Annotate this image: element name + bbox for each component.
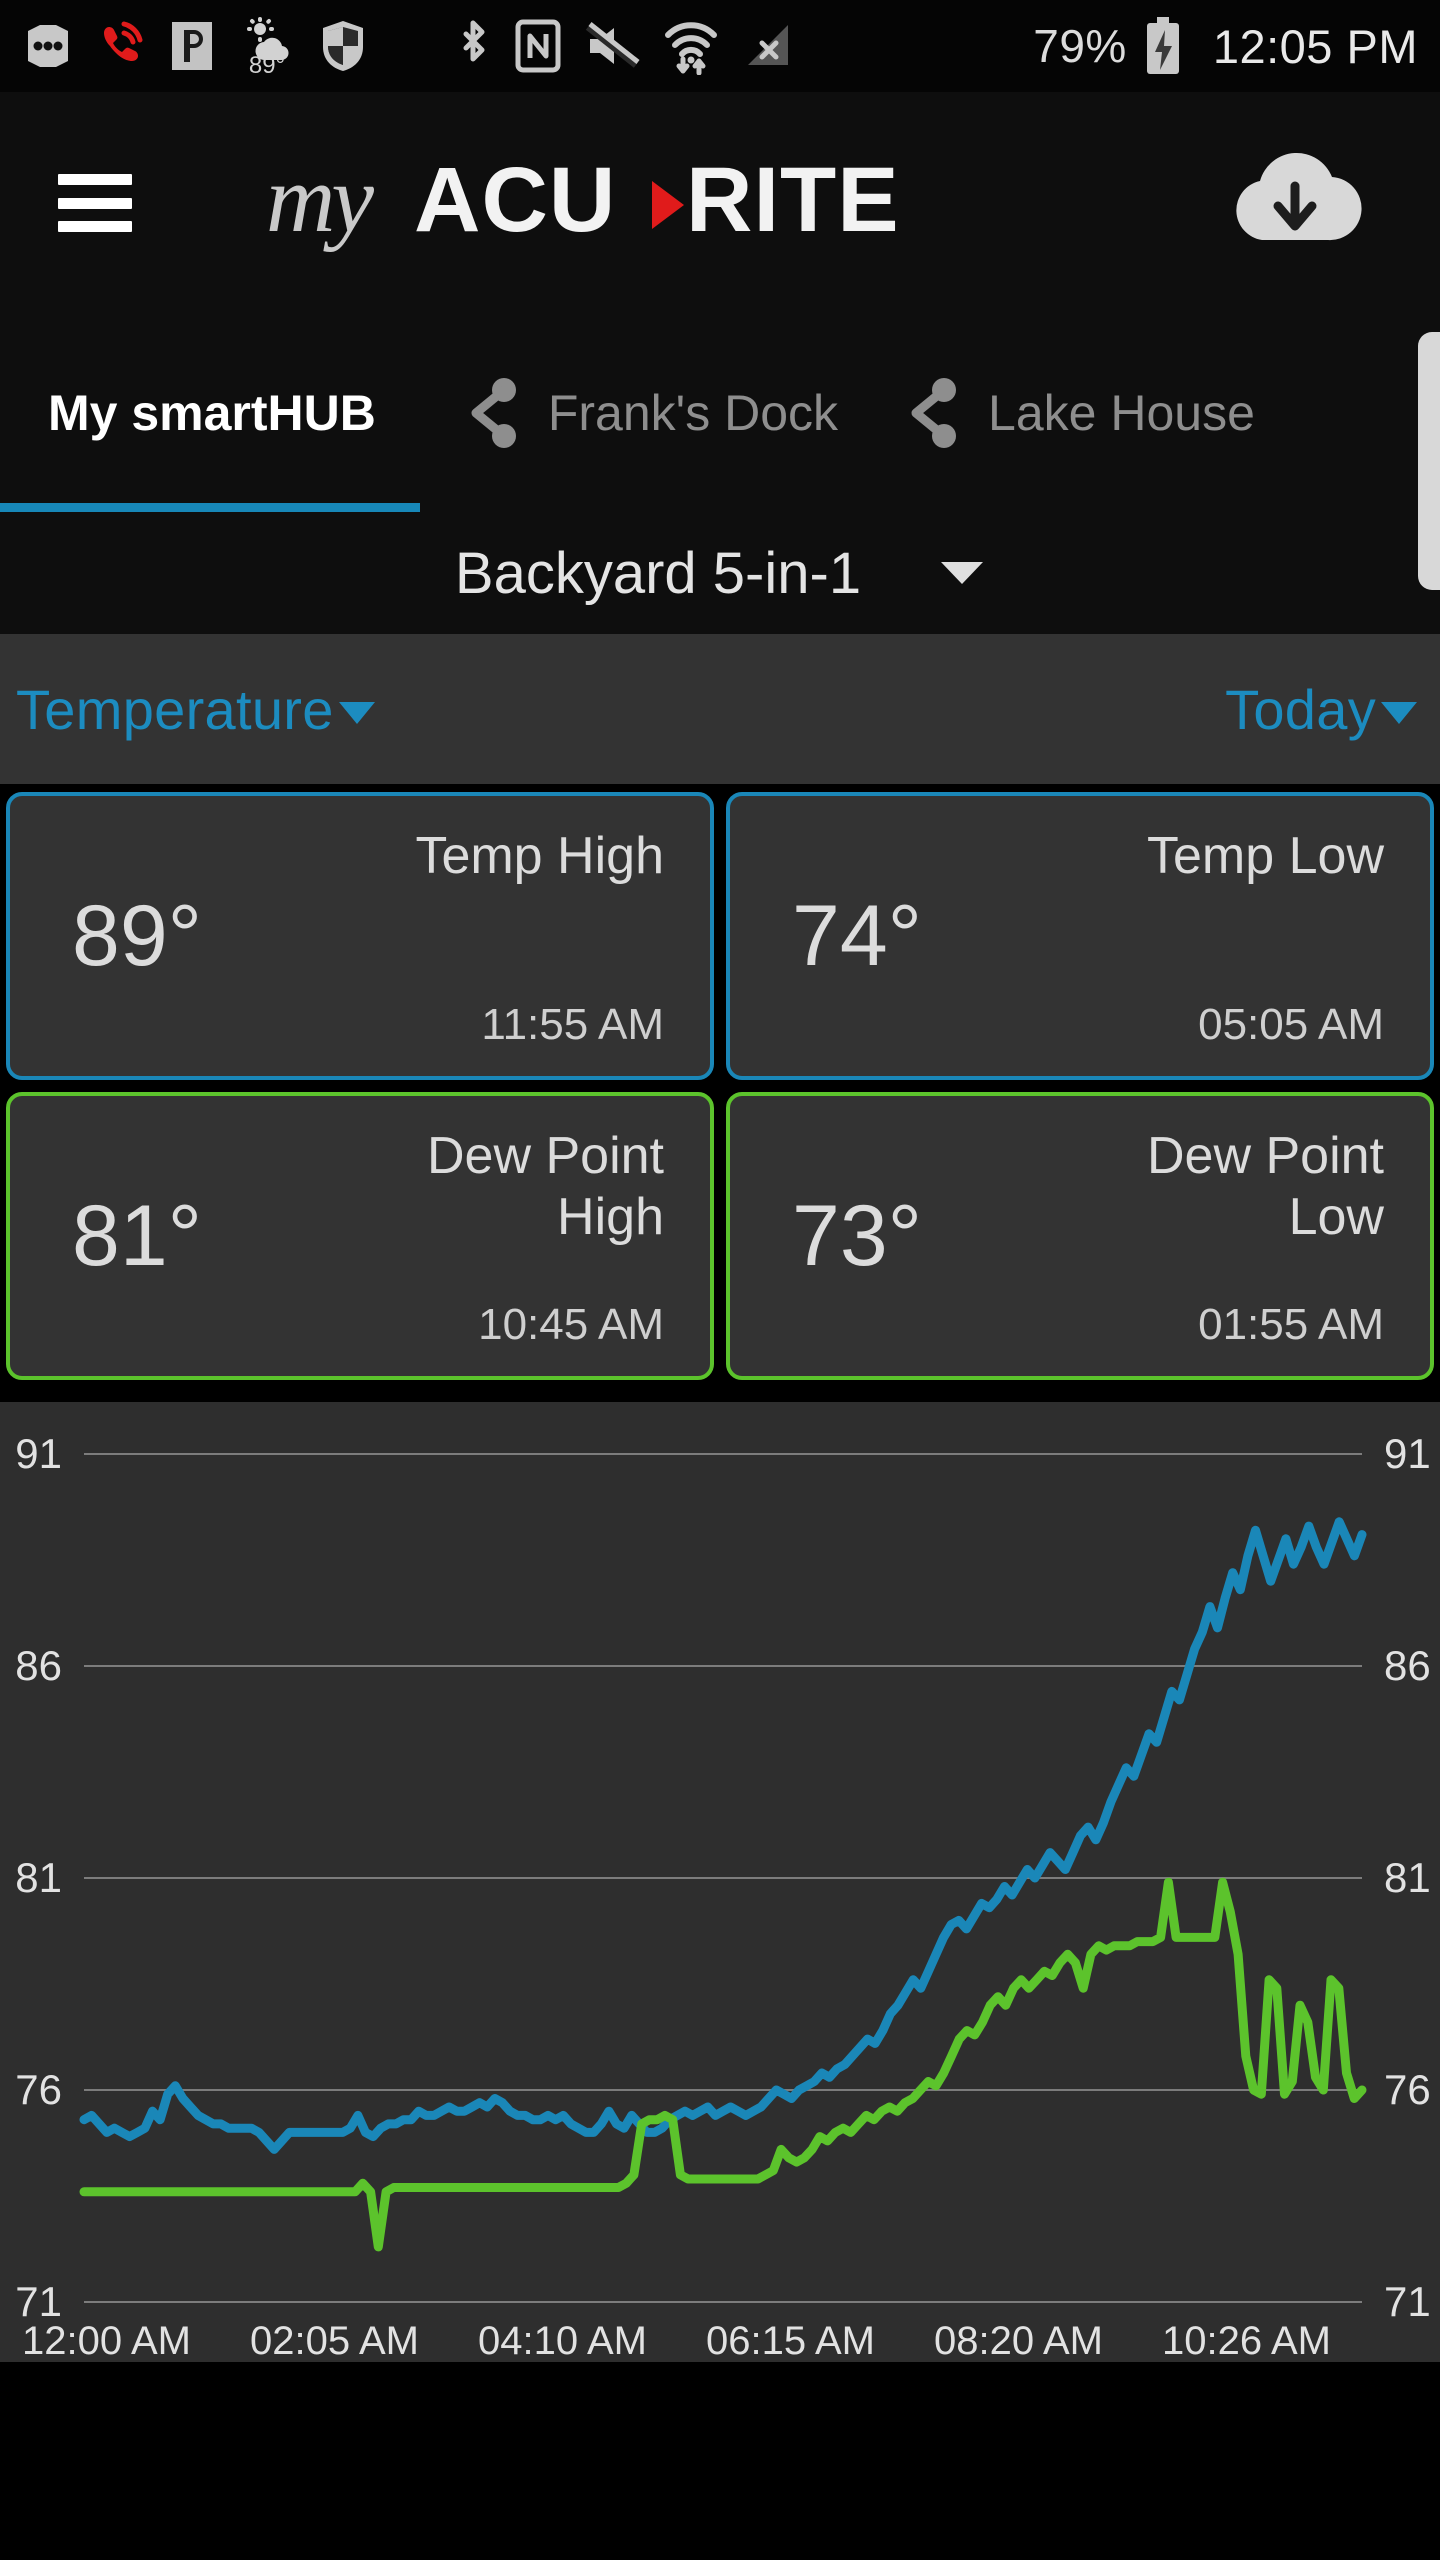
tab-franks-dock[interactable]: Frank's Dock	[420, 314, 864, 512]
device-selector[interactable]: Backyard 5-in-1	[0, 512, 1440, 634]
y-axis-tick-right: 86	[1384, 1642, 1431, 1689]
metric-filter[interactable]: Temperature	[16, 677, 376, 742]
card-time: 11:55 AM	[481, 1000, 664, 1049]
card-meta: Dew Point Low 01:55 AM	[1054, 1126, 1384, 1350]
clock: 12:05 PM	[1212, 19, 1418, 73]
x-axis-tick: 06:15 AM	[706, 2319, 875, 2362]
y-axis-tick-left: 76	[15, 2066, 62, 2113]
status-bar: 89° 79% 12:05 PM	[0, 0, 1440, 92]
wifi-transfer-icon	[665, 22, 717, 75]
card-meta: Dew Point High 10:45 AM	[334, 1126, 664, 1350]
range-filter-label: Today	[1225, 677, 1376, 741]
nfc-icon	[515, 19, 561, 73]
card-time: 01:55 AM	[1198, 1300, 1384, 1349]
weather-89-icon: 89°	[247, 17, 289, 76]
card-value: 74°	[792, 888, 923, 984]
x-axis-tick: 04:10 AM	[478, 2319, 647, 2362]
tab-lake-house[interactable]: Lake House	[864, 314, 1275, 512]
chevron-down-icon	[941, 562, 984, 584]
y-axis-tick-left: 81	[15, 1854, 62, 1901]
card-meta: Temp Low 05:05 AM	[1147, 826, 1384, 1050]
chart-canvas: 71 71 76 76 81 81 86 86 91 91 12:00 AM 02:05 AM 04:1…	[15, 1430, 1431, 2362]
x-axis-tick: 10:26 AM	[1162, 2319, 1331, 2362]
card-dew-point-high[interactable]: 81° Dew Point High 10:45 AM	[6, 1092, 714, 1380]
svg-text:89°: 89°	[249, 52, 285, 76]
battery-charging-icon	[1146, 17, 1179, 74]
range-filter[interactable]: Today	[1225, 677, 1418, 742]
y-axis-tick-left: 86	[15, 1642, 62, 1689]
myacurite-logo: my ACU RITE	[112, 143, 1220, 263]
more-dots-icon	[28, 25, 68, 67]
device-name: Backyard 5-in-1	[454, 540, 862, 606]
share-icon	[471, 378, 516, 448]
x-axis-tick: 02:05 AM	[250, 2319, 419, 2362]
y-axis-tick-right: 76	[1384, 2066, 1431, 2113]
tab-label: My smartHUB	[48, 385, 376, 441]
svg-text:my: my	[266, 145, 374, 252]
chart-series-temperature	[79, 1517, 1367, 2154]
svg-text:ACU: ACU	[414, 149, 616, 251]
metric-filter-label: Temperature	[16, 677, 334, 741]
stat-cards: 89° Temp High 11:55 AM 74° Temp Low 05:0…	[0, 784, 1440, 1402]
card-value: 89°	[72, 888, 203, 984]
tab-label: Frank's Dock	[547, 385, 839, 441]
y-axis-tick-right: 81	[1384, 1854, 1431, 1901]
card-time: 05:05 AM	[1198, 1000, 1384, 1049]
missed-call-icon	[104, 21, 143, 61]
tab-bar: My smartHUB Frank's Dock Lake House	[0, 314, 1440, 590]
mute-icon	[585, 22, 640, 68]
card-label: Temp Low	[1147, 827, 1384, 885]
shield-icon	[323, 21, 363, 71]
pandora-icon	[172, 22, 212, 70]
tab-label: Lake House	[988, 385, 1255, 441]
filter-bar: Temperature Today	[0, 634, 1440, 784]
y-axis-tick-right: 91	[1384, 1430, 1431, 1477]
status-bar-right: 79% 12:05 PM	[1033, 16, 1418, 76]
stat-card-row-temp: 89° Temp High 11:55 AM 74° Temp Low 05:0…	[6, 792, 1434, 1080]
status-bar-left-icons: 89°	[22, 16, 1033, 76]
y-axis-tick-left: 71	[15, 2278, 62, 2325]
card-label: Dew Point Low	[1147, 1127, 1384, 1247]
caret-down-icon	[338, 701, 375, 724]
card-temp-low[interactable]: 74° Temp Low 05:05 AM	[726, 792, 1434, 1080]
card-dew-point-low[interactable]: 73° Dew Point Low 01:55 AM	[726, 1092, 1434, 1380]
card-temp-high[interactable]: 89° Temp High 11:55 AM	[6, 792, 714, 1080]
y-axis-tick-right: 71	[1384, 2278, 1431, 2325]
y-axis-tick-left: 91	[15, 1430, 62, 1477]
app-header: my ACU RITE	[0, 92, 1440, 314]
card-value: 73°	[792, 1188, 923, 1284]
svg-text:RITE: RITE	[686, 149, 900, 251]
tab-my-smarthub[interactable]: My smartHUB	[0, 314, 420, 512]
card-time: 10:45 AM	[478, 1300, 664, 1349]
bluetooth-icon	[463, 20, 485, 62]
share-icon	[911, 378, 957, 448]
caret-down-icon	[1381, 701, 1417, 724]
card-value: 81°	[72, 1188, 203, 1284]
card-meta: Temp High 11:55 AM	[415, 826, 664, 1050]
history-chart[interactable]: 71 71 76 76 81 81 86 86 91 91 12:00 AM 02:05 AM 04:1…	[0, 1402, 1440, 2362]
battery-percent: 79%	[1033, 20, 1127, 72]
card-label: Dew Point High	[427, 1127, 664, 1247]
no-signal-icon	[748, 25, 788, 65]
x-axis-tick: 08:20 AM	[934, 2319, 1103, 2362]
cloud-download-icon[interactable]	[1220, 148, 1370, 258]
tab-scroll-indicator[interactable]	[1418, 332, 1440, 590]
x-axis-tick: 12:00 AM	[22, 2319, 191, 2362]
card-label: Temp High	[415, 827, 664, 885]
stat-card-row-dew: 81° Dew Point High 10:45 AM 73° Dew Poin…	[6, 1092, 1434, 1380]
chart-series-dew-point	[79, 1877, 1367, 2252]
